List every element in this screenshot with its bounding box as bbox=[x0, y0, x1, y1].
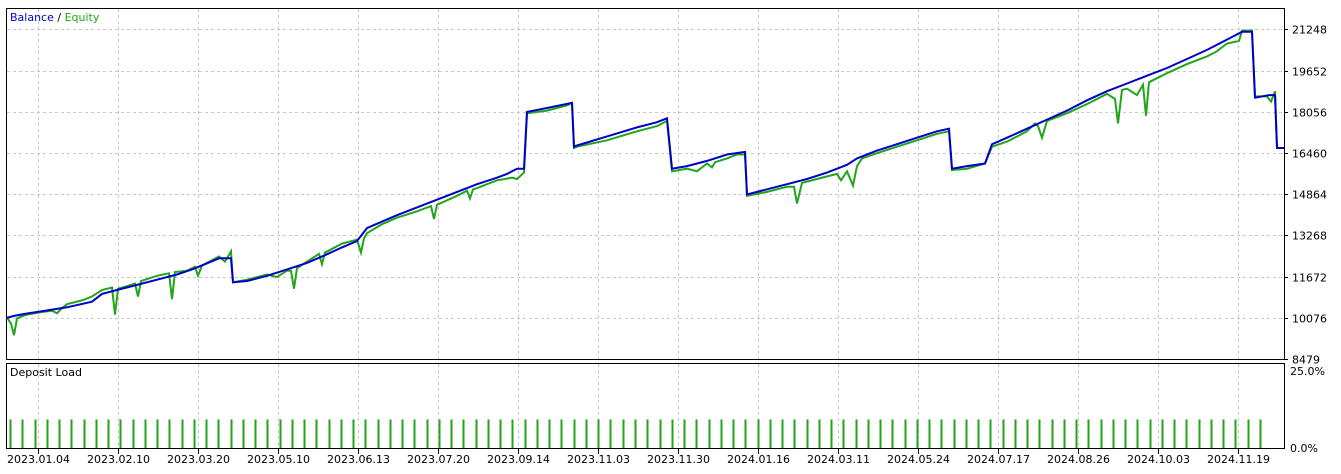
y-tick-label: 14864 bbox=[1292, 189, 1327, 202]
y-axis-ticks: 21248 19652 18056 16460 14864 13268 11672 10076… bbox=[1284, 24, 1327, 367]
x-tick-label: 2023.09.14 bbox=[487, 453, 550, 466]
y-tick-label: 16460 bbox=[1292, 148, 1327, 161]
x-tick-label: 2024.01.16 bbox=[727, 453, 790, 466]
x-tick-label: 2023.02.10 bbox=[87, 453, 150, 466]
x-tick-label: 2024.03.11 bbox=[807, 453, 870, 466]
legend-equity: Equity bbox=[65, 11, 100, 24]
x-tick-label: 2023.07.20 bbox=[407, 453, 470, 466]
y-tick-label: 19652 bbox=[1292, 66, 1327, 79]
x-tick-label: 2023.03.20 bbox=[167, 453, 230, 466]
x-tick-label: 2024.07.17 bbox=[967, 453, 1030, 466]
x-tick-label: 2024.05.24 bbox=[887, 453, 950, 466]
legend: Balance / Equity bbox=[10, 11, 100, 24]
x-tick-label: 2023.01.04 bbox=[7, 453, 70, 466]
y-tick-label: 21248 bbox=[1292, 24, 1327, 37]
x-axis-ticks: 2023.01.04 2023.02.10 2023.03.20 2023.05.10… bbox=[7, 449, 1270, 466]
x-tick-label: 2024.11.19 bbox=[1207, 453, 1270, 466]
x-tick-label: 2023.11.30 bbox=[647, 453, 710, 466]
legend-balance: Balance bbox=[10, 11, 54, 24]
deposit-load-ytick-top: 25.0% bbox=[1290, 365, 1325, 378]
y-tick-label: 18056 bbox=[1292, 107, 1327, 120]
x-tick-label: 2023.11.03 bbox=[567, 453, 630, 466]
deposit-load-ytick-bottom: 0.0% bbox=[1290, 442, 1318, 455]
x-tick-label: 2024.08.26 bbox=[1047, 453, 1110, 466]
y-tick-label: 13268 bbox=[1292, 230, 1327, 243]
balance-equity-chart: 21248 19652 18056 16460 14864 13268 11672 10076… bbox=[6, 8, 1327, 466]
strategy-tester-graph: 21248 19652 18056 16460 14864 13268 11672 10076… bbox=[0, 0, 1341, 470]
legend-separator: / bbox=[57, 11, 61, 24]
x-tick-label: 2023.05.10 bbox=[247, 453, 310, 466]
y-tick-label: 10076 bbox=[1292, 313, 1327, 326]
deposit-load-title: Deposit Load bbox=[10, 366, 82, 379]
y-tick-label: 11672 bbox=[1292, 272, 1327, 285]
x-tick-label: 2023.06.13 bbox=[327, 453, 390, 466]
x-tick-label: 2024.10.03 bbox=[1127, 453, 1190, 466]
